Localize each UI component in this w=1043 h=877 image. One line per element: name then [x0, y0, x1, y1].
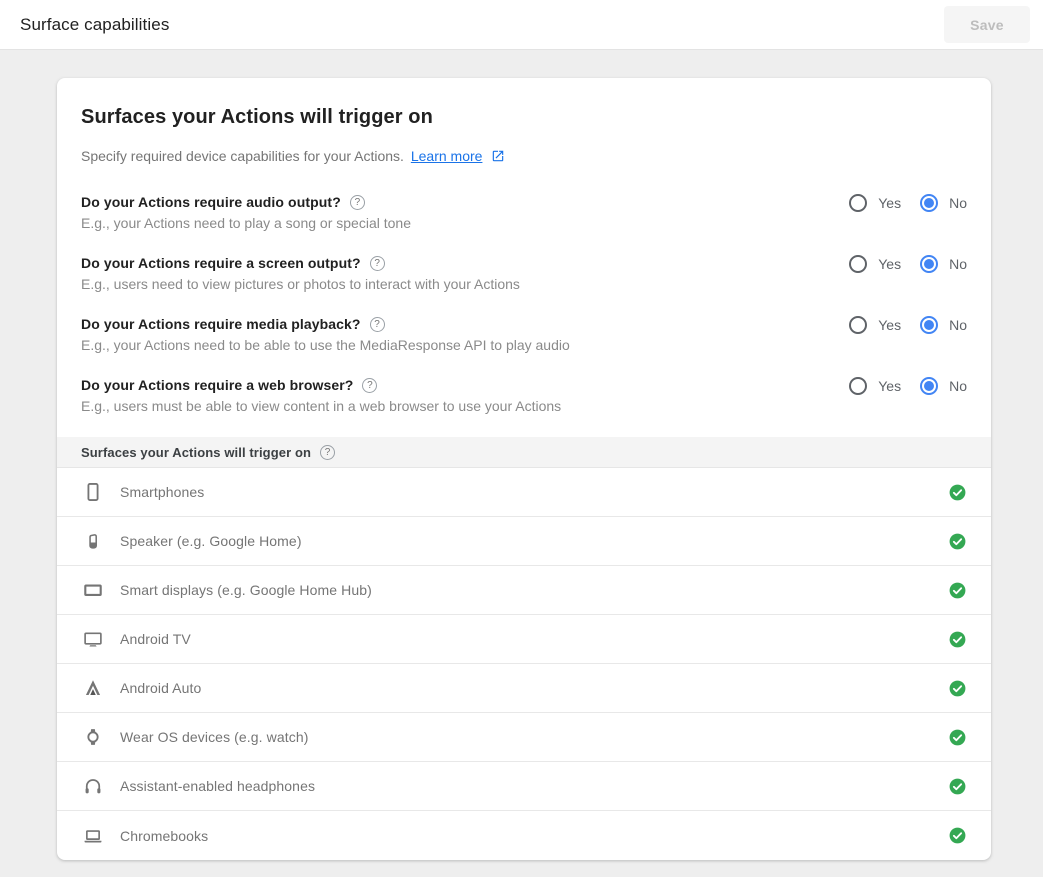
check-circle-icon	[948, 581, 967, 600]
surface-label: Android TV	[120, 631, 948, 647]
wear-os-watch-icon	[81, 725, 105, 749]
smart-display-icon	[81, 578, 105, 602]
help-icon[interactable]	[370, 256, 385, 271]
surface-label: Smartphones	[120, 484, 948, 500]
smartphone-icon	[81, 480, 105, 504]
radio-yes-label: Yes	[878, 256, 901, 272]
help-icon[interactable]	[350, 195, 365, 210]
radio-no-icon[interactable]	[920, 316, 938, 334]
surface-row: Speaker (e.g. Google Home)	[57, 517, 991, 566]
surface-row: Chromebooks	[57, 811, 991, 860]
top-app-bar: Surface capabilities Save	[0, 0, 1043, 50]
surfaces-header-label: Surfaces your Actions will trigger on	[81, 445, 311, 460]
question-row: Do your Actions require media playback? …	[81, 315, 967, 355]
radio-option-yes[interactable]: Yes	[849, 377, 901, 395]
check-circle-icon	[948, 777, 967, 796]
question-title: Do your Actions require a screen output?	[81, 254, 361, 273]
check-circle-icon	[948, 532, 967, 551]
question-row: Do your Actions require a web browser? E…	[81, 376, 967, 416]
save-button[interactable]: Save	[944, 6, 1030, 43]
radio-yes-icon[interactable]	[849, 255, 867, 273]
radio-no-label: No	[949, 256, 967, 272]
radio-yes-label: Yes	[878, 195, 901, 211]
check-circle-icon	[948, 679, 967, 698]
surface-capabilities-card: Surfaces your Actions will trigger on Sp…	[57, 78, 991, 860]
radio-no-icon[interactable]	[920, 377, 938, 395]
headphones-icon	[81, 774, 105, 798]
question-row: Do your Actions require a screen output?…	[81, 254, 967, 294]
card-heading: Surfaces your Actions will trigger on	[81, 106, 967, 129]
surface-row: Android TV	[57, 615, 991, 664]
page-title: Surface capabilities	[20, 15, 169, 35]
question-description: E.g., users need to view pictures or pho…	[81, 274, 520, 294]
surface-row: Smartphones	[57, 468, 991, 517]
question-description: E.g., your Actions need to be able to us…	[81, 335, 570, 355]
check-circle-icon	[948, 630, 967, 649]
surfaces-list: Smartphones Speaker (e.g. Google Home) S…	[57, 468, 991, 860]
question-title: Do your Actions require media playback?	[81, 315, 361, 334]
help-icon[interactable]	[370, 317, 385, 332]
open-in-new-icon[interactable]	[486, 148, 505, 164]
radio-option-no[interactable]: No	[920, 316, 967, 334]
surface-label: Chromebooks	[120, 828, 948, 844]
questions: Do your Actions require audio output? E.…	[81, 193, 967, 416]
radio-option-yes[interactable]: Yes	[849, 316, 901, 334]
surface-label: Wear OS devices (e.g. watch)	[120, 729, 948, 745]
surface-row: Smart displays (e.g. Google Home Hub)	[57, 566, 991, 615]
help-icon[interactable]	[362, 378, 377, 393]
check-circle-icon	[948, 728, 967, 747]
radio-option-no[interactable]: No	[920, 194, 967, 212]
android-auto-icon	[81, 676, 105, 700]
subtitle-text: Specify required device capabilities for…	[81, 148, 404, 164]
radio-no-icon[interactable]	[920, 194, 938, 212]
radio-option-no[interactable]: No	[920, 377, 967, 395]
radio-no-label: No	[949, 317, 967, 333]
radio-option-yes[interactable]: Yes	[849, 255, 901, 273]
question-description: E.g., users must be able to view content…	[81, 396, 561, 416]
radio-no-icon[interactable]	[920, 255, 938, 273]
radio-yes-icon[interactable]	[849, 316, 867, 334]
radio-no-label: No	[949, 195, 967, 211]
check-circle-icon	[948, 483, 967, 502]
android-tv-icon	[81, 627, 105, 651]
question-description: E.g., your Actions need to play a song o…	[81, 213, 411, 233]
surface-row: Android Auto	[57, 664, 991, 713]
learn-more-link[interactable]: Learn more	[411, 148, 483, 164]
radio-yes-icon[interactable]	[849, 194, 867, 212]
card-subtitle: Specify required device capabilities for…	[81, 148, 967, 164]
surface-label: Assistant-enabled headphones	[120, 778, 948, 794]
surface-label: Speaker (e.g. Google Home)	[120, 533, 948, 549]
radio-yes-label: Yes	[878, 378, 901, 394]
surface-label: Android Auto	[120, 680, 948, 696]
surface-label: Smart displays (e.g. Google Home Hub)	[120, 582, 948, 598]
radio-option-no[interactable]: No	[920, 255, 967, 273]
radio-no-label: No	[949, 378, 967, 394]
question-row: Do your Actions require audio output? E.…	[81, 193, 967, 233]
chromebook-icon	[81, 824, 105, 848]
surface-row: Assistant-enabled headphones	[57, 762, 991, 811]
radio-yes-icon[interactable]	[849, 377, 867, 395]
speaker-icon	[81, 529, 105, 553]
radio-yes-label: Yes	[878, 317, 901, 333]
question-title: Do your Actions require a web browser?	[81, 376, 353, 395]
surfaces-section-header: Surfaces your Actions will trigger on	[57, 437, 991, 468]
question-title: Do your Actions require audio output?	[81, 193, 341, 212]
check-circle-icon	[948, 826, 967, 845]
help-icon[interactable]	[320, 445, 335, 460]
surface-row: Wear OS devices (e.g. watch)	[57, 713, 991, 762]
radio-option-yes[interactable]: Yes	[849, 194, 901, 212]
